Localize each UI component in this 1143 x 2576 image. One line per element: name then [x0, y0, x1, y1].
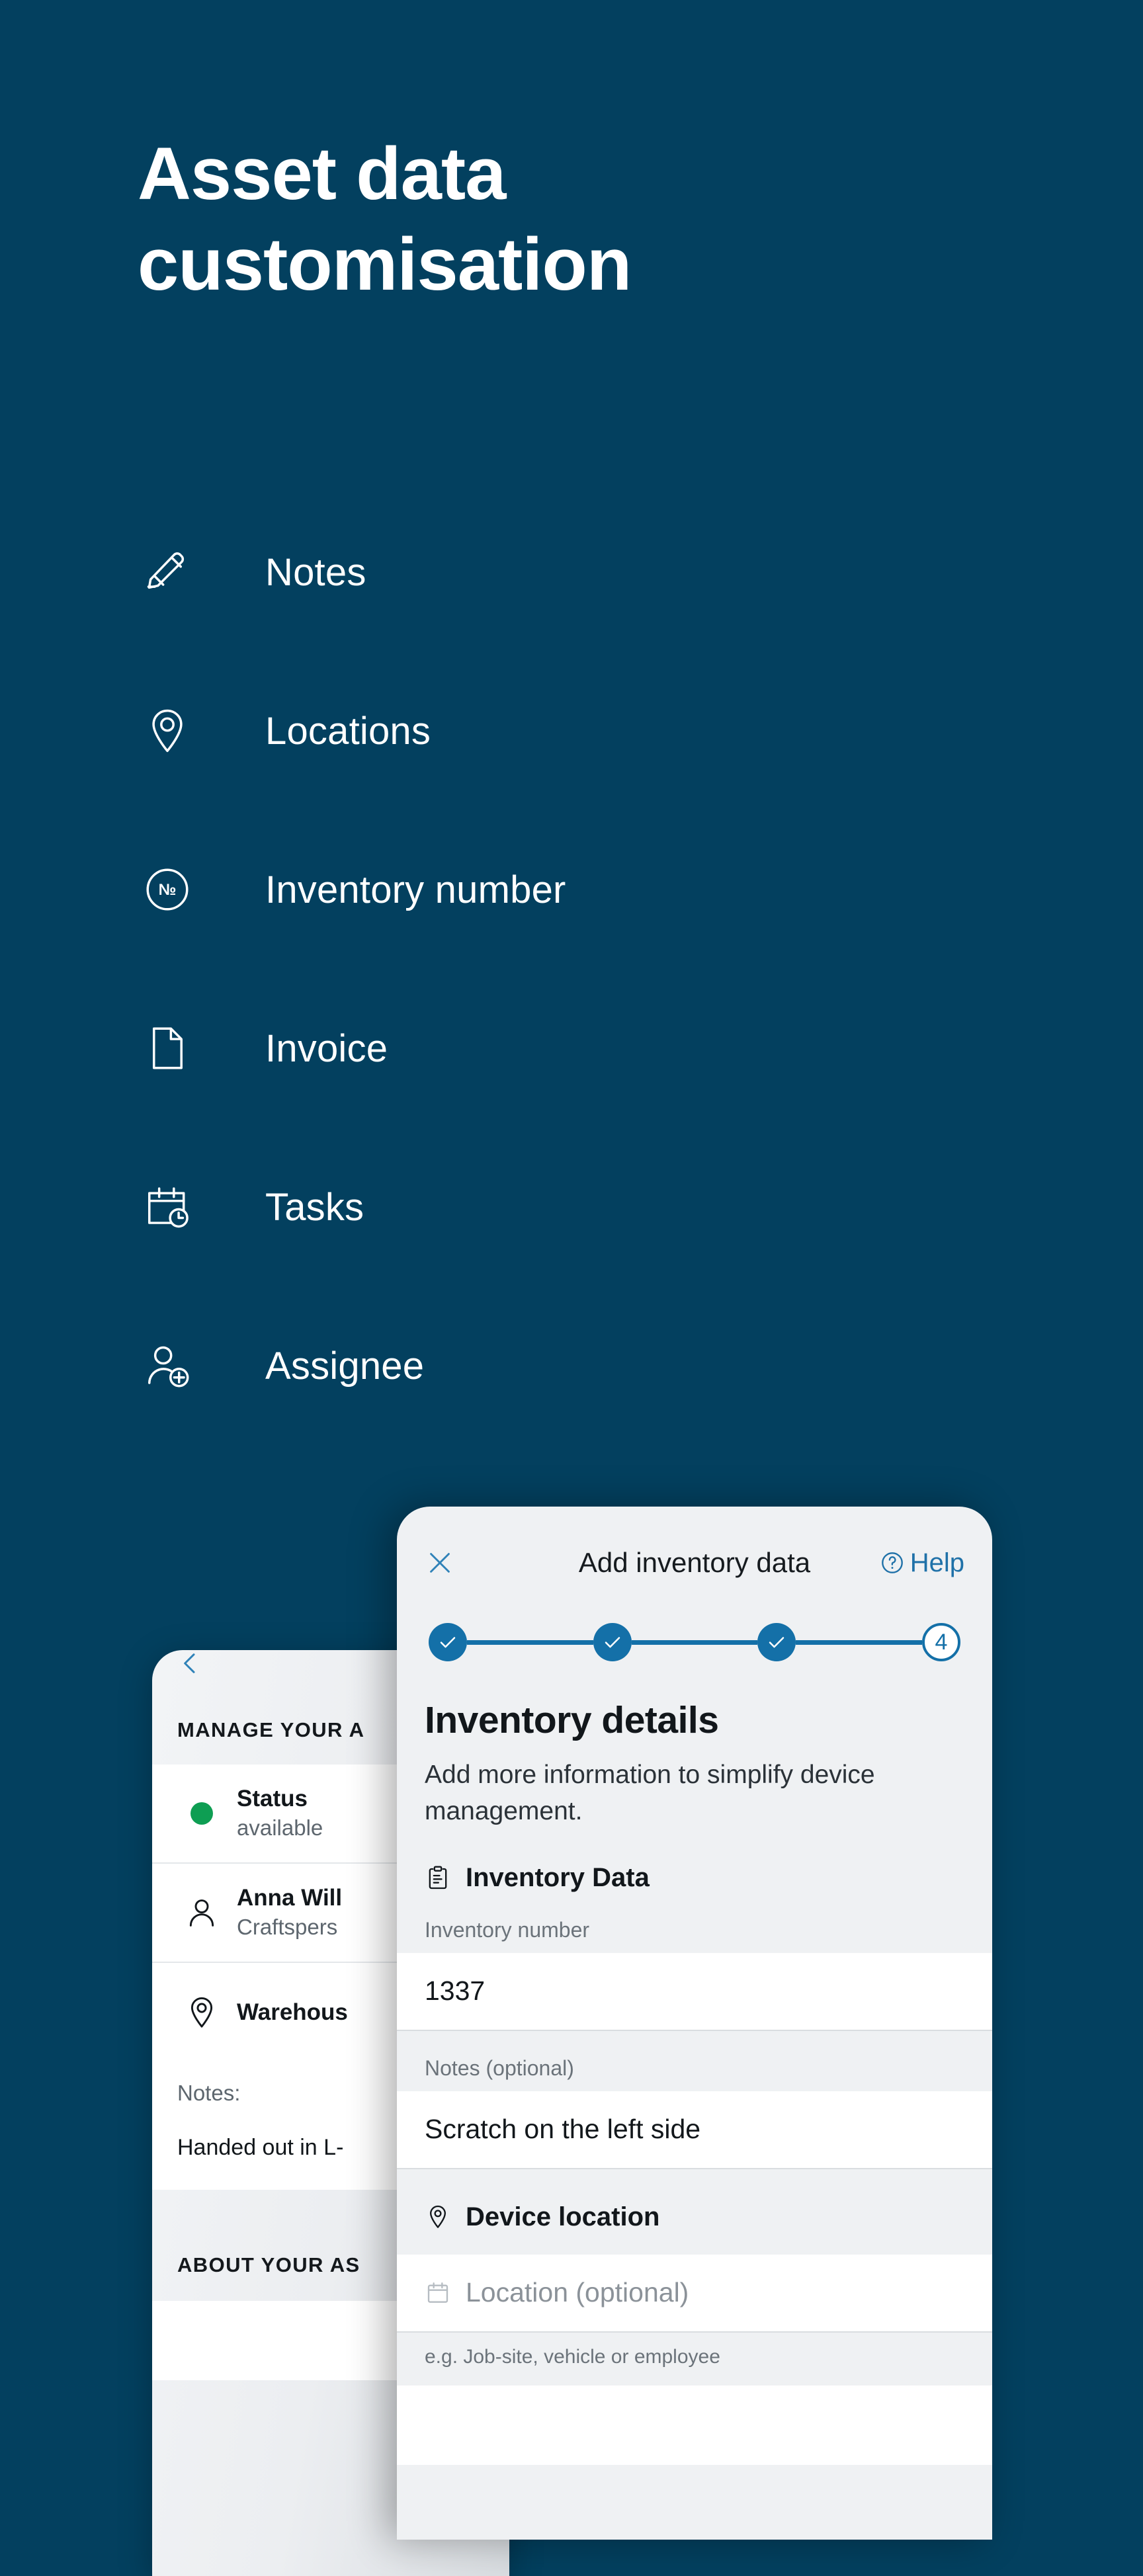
calendar-icon: [425, 2280, 451, 2306]
feature-item-invoice: Invoice: [136, 969, 863, 1128]
list-item-subtitle: Craftspers: [237, 1915, 338, 1940]
step-3-done[interactable]: [757, 1623, 796, 1661]
location-hint: e.g. Job-site, vehicle or employee: [425, 2345, 720, 2368]
step-connector: [796, 1640, 923, 1645]
next-field-stub: [397, 2385, 992, 2465]
step-connector: [467, 1640, 593, 1645]
notes-value: Scratch on the left side: [425, 2114, 701, 2145]
step-1-done[interactable]: [429, 1623, 467, 1661]
map-pin-icon: [177, 1995, 226, 2030]
svg-text:№: №: [159, 881, 177, 899]
inventory-number-value: 1337: [425, 1975, 486, 2007]
help-label: Help: [910, 1548, 964, 1577]
back-button[interactable]: [177, 1653, 204, 1679]
step-2-done[interactable]: [593, 1623, 632, 1661]
feature-label: Assignee: [265, 1344, 425, 1388]
field-label-inventory-number: Inventory number: [425, 1917, 590, 1942]
page-title: Asset data customisation: [138, 132, 632, 306]
calendar-clock-icon: [136, 1182, 199, 1232]
phone-mockup-front: Add inventory data Help 4 Inventory deta…: [397, 1507, 992, 2540]
modal-subheading: Add more information to simplify device …: [425, 1761, 875, 1826]
step-connector: [631, 1640, 758, 1645]
group-header-device-location: Device location: [425, 2202, 964, 2232]
feature-item-assignee: Assignee: [136, 1286, 863, 1445]
numero-icon: №: [136, 864, 199, 915]
modal-topbar: Add inventory data Help: [425, 1507, 964, 1619]
progress-stepper: 4: [425, 1623, 964, 1661]
clipboard-icon: [425, 1864, 451, 1891]
map-pin-icon: [425, 2204, 451, 2230]
feature-label: Inventory number: [265, 868, 566, 911]
notes-input[interactable]: Scratch on the left side: [397, 2091, 992, 2169]
feature-label: Tasks: [265, 1185, 364, 1229]
step-4-current[interactable]: 4: [922, 1623, 961, 1661]
feature-item-inventory-number: № Inventory number: [136, 810, 863, 969]
modal-heading: Inventory details: [425, 1699, 719, 1741]
location-placeholder: Location (optional): [466, 2277, 689, 2308]
feature-label: Invoice: [265, 1026, 388, 1070]
list-item-title: Status: [237, 1785, 308, 1811]
feature-item-locations: Locations: [136, 651, 863, 810]
feature-label: Locations: [265, 709, 431, 753]
hero-section: Asset data customisation: [138, 129, 931, 310]
list-item-subtitle: available: [237, 1815, 323, 1841]
feature-item-tasks: Tasks: [136, 1128, 863, 1286]
question-circle-icon: [880, 1550, 905, 1575]
group-title: Device location: [466, 2202, 660, 2231]
list-item-title: Anna Will: [237, 1884, 343, 1911]
feature-list: Notes Locations № Inventory number Invoi…: [136, 493, 863, 1445]
field-label-notes: Notes (optional): [425, 2056, 574, 2080]
list-item-title: Warehous: [237, 1999, 348, 2026]
feature-item-notes: Notes: [136, 493, 863, 651]
group-title: Inventory Data: [466, 1862, 650, 1892]
pencil-icon: [136, 547, 199, 597]
person-add-icon: [136, 1341, 199, 1391]
person-icon: [177, 1895, 226, 1931]
document-icon: [136, 1023, 199, 1073]
help-button[interactable]: Help: [880, 1548, 964, 1578]
close-icon[interactable]: [425, 1548, 455, 1578]
feature-label: Notes: [265, 550, 366, 594]
map-pin-icon: [136, 706, 199, 756]
location-input[interactable]: Location (optional): [397, 2254, 992, 2333]
group-header-inventory-data: Inventory Data: [425, 1863, 964, 1893]
inventory-number-input[interactable]: 1337: [397, 1952, 992, 2031]
status-dot-green-icon: [177, 1802, 226, 1825]
